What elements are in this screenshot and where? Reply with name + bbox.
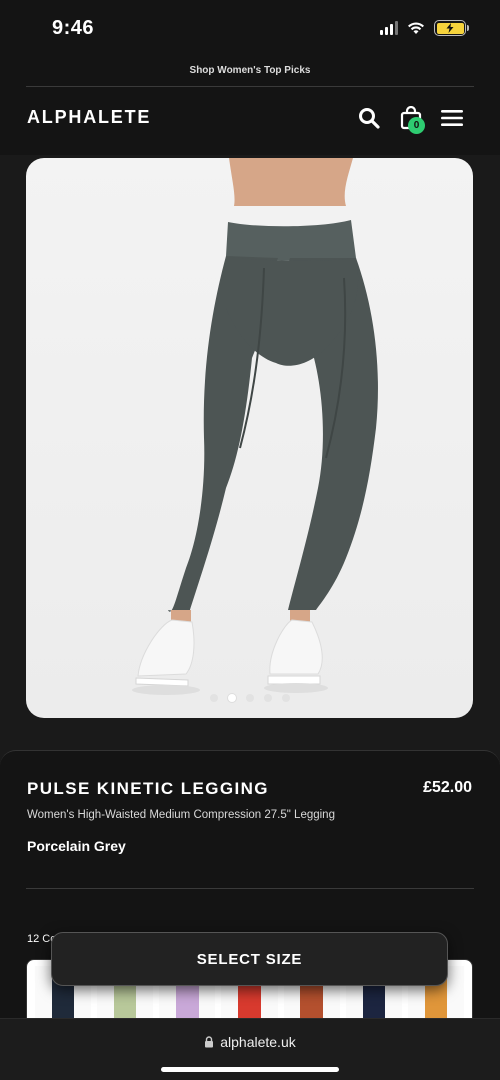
site-header: Shop Women's Top Picks ALPHALETE 0: [0, 55, 500, 155]
cart-count-badge: 0: [408, 117, 425, 134]
cellular-signal-icon: [380, 21, 398, 35]
product-title: PULSE KINETIC LEGGING: [27, 779, 269, 798]
carousel-dot[interactable]: [281, 694, 290, 702]
product-subtitle: Women's High-Waisted Medium Compression …: [27, 809, 335, 821]
selected-color-name: Porcelain Grey: [27, 838, 126, 854]
promo-banner-link[interactable]: Shop Women's Top Picks: [0, 65, 500, 76]
product-image-gallery[interactable]: [26, 158, 473, 718]
search-icon: [359, 108, 380, 129]
battery-icon: [434, 20, 469, 36]
hamburger-menu-icon: [441, 110, 463, 126]
product-photo: [132, 158, 378, 695]
carousel-dot[interactable]: [245, 694, 254, 702]
cart-button[interactable]: 0: [398, 105, 425, 134]
home-indicator[interactable]: [161, 1067, 339, 1072]
info-divider: [26, 888, 474, 889]
carousel-dot-active[interactable]: [227, 694, 236, 702]
browser-address-bar[interactable]: alphalete.uk: [0, 1018, 500, 1080]
header-divider: [26, 86, 474, 87]
search-button[interactable]: [356, 105, 382, 131]
carousel-dot[interactable]: [263, 694, 272, 702]
menu-button[interactable]: [439, 105, 465, 131]
lock-icon: [205, 1036, 214, 1048]
status-icons: [380, 20, 469, 36]
brand-logo[interactable]: ALPHALETE: [27, 107, 151, 128]
carousel-indicator: [26, 694, 473, 702]
wifi-icon: [408, 22, 424, 34]
select-size-button[interactable]: SELECT SIZE: [51, 932, 448, 986]
status-bar: 9:46: [0, 0, 500, 55]
product-price: £52.00: [423, 779, 472, 796]
product-info-card: PULSE KINETIC LEGGING £52.00 Women's Hig…: [0, 750, 500, 1050]
status-time: 9:46: [52, 17, 95, 39]
url-text: alphalete.uk: [220, 1034, 296, 1050]
carousel-dot[interactable]: [209, 694, 218, 702]
url-display[interactable]: alphalete.uk: [0, 1034, 500, 1050]
